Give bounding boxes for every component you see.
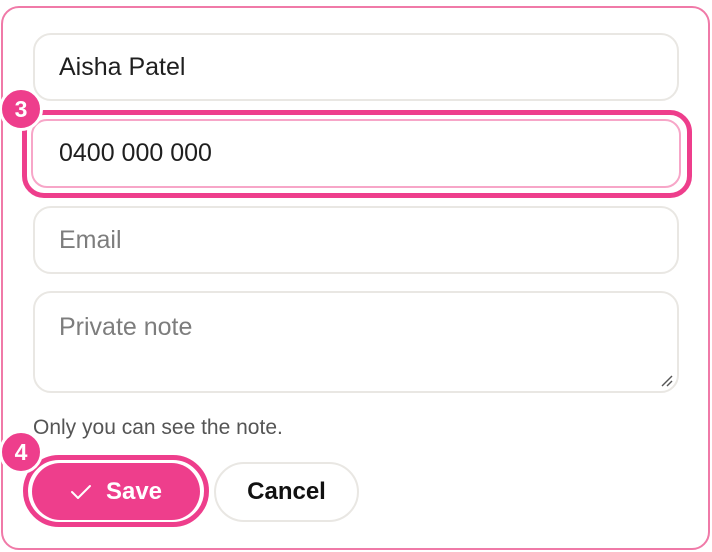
phone-field[interactable]: 0400 000 000 [31,119,681,188]
step-badge-4: 4 [0,430,43,474]
email-field[interactable]: Email [33,206,679,274]
step-badge-3: 3 [0,87,43,131]
check-icon [70,484,91,499]
email-field-placeholder: Email [59,225,122,254]
name-field-value: Aisha Patel [59,52,186,81]
name-field[interactable]: Aisha Patel [33,33,679,101]
helper-text: Only you can see the note. [33,416,283,439]
cancel-button-label: Cancel [247,478,326,505]
cancel-button[interactable]: Cancel [214,462,359,522]
save-button[interactable]: Save [32,463,200,520]
save-button-label: Save [105,477,163,505]
resize-handle-icon[interactable] [659,373,673,387]
private-note-placeholder: Private note [59,313,193,341]
phone-field-value: 0400 000 000 [59,139,212,167]
private-note-field[interactable]: Private note [33,291,679,393]
